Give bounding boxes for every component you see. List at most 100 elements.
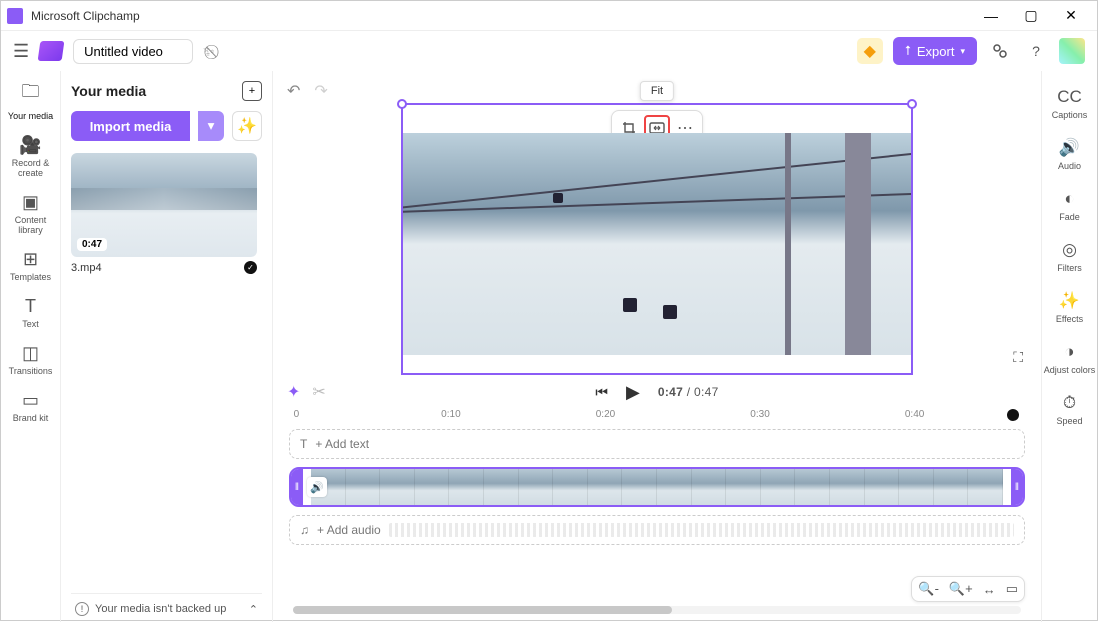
avatar[interactable] — [1059, 38, 1085, 64]
clip-frames — [311, 469, 1003, 505]
app-icon — [7, 8, 23, 24]
rr-speed[interactable]: ⏱ Speed — [1056, 393, 1082, 426]
tick-label: 0:30 — [750, 409, 769, 420]
video-preview — [403, 133, 911, 355]
scrollbar-thumb[interactable] — [293, 606, 672, 614]
playback-bar: ✦ ✂ ⏮ ▶ 0:47 / 0:47 — [283, 375, 1031, 409]
editor-center: ↶ ↷ Fit ⋯ — [273, 71, 1041, 622]
templates-icon: ⊞ — [23, 249, 38, 270]
rr-label: Adjust colors — [1044, 365, 1096, 375]
clip-thumbnail: 0:47 — [71, 153, 257, 257]
zoom-controls: 🔍- 🔍+ ↔ ▭ — [911, 576, 1025, 602]
time-ruler[interactable]: 0 0:10 0:20 0:30 0:40 — [289, 409, 1025, 429]
import-media-button[interactable]: Import media — [71, 111, 190, 141]
export-button[interactable]: ⭡ Export ▾ — [893, 37, 977, 65]
horizontal-scrollbar[interactable] — [293, 606, 1021, 614]
close-button[interactable]: ✕ — [1051, 2, 1091, 30]
rail-label: Record & create — [6, 158, 56, 178]
premium-icon[interactable]: ◆ — [857, 38, 883, 64]
preview-frame[interactable]: Fit ⋯ — [401, 103, 913, 375]
ai-magic-button[interactable]: ✨ — [232, 111, 262, 141]
rr-audio[interactable]: 🔊 Audio — [1058, 138, 1081, 171]
text-icon: T — [300, 437, 307, 451]
auto-enhance-icon[interactable]: ✨⃠ — [203, 43, 215, 60]
tooltip: Fit — [640, 81, 674, 101]
speed-icon: ⏱ — [1063, 393, 1076, 413]
resize-handle[interactable] — [397, 99, 407, 109]
clip-used-icon: ✓ — [244, 261, 257, 274]
top-toolbar: ☰ ✨⃠ ◆ ⭡ Export ▾ ? — [1, 31, 1097, 71]
help-icon[interactable]: ? — [1023, 38, 1049, 64]
video-track[interactable]: ‖ 🔊 ‖ — [289, 467, 1025, 507]
rail-text[interactable]: T Text — [6, 296, 56, 329]
effects-icon: ✨ — [1059, 291, 1080, 311]
library-icon: ▣ — [22, 192, 39, 213]
rr-label: Speed — [1056, 416, 1082, 426]
rail-templates[interactable]: ⊞ Templates — [6, 249, 56, 282]
add-audio-label: Add audio — [327, 523, 381, 537]
clip-name: 3.mp4 — [71, 262, 102, 274]
text-track[interactable]: T + Add text — [289, 429, 1025, 459]
clip-trim-right[interactable]: ‖ — [1011, 469, 1023, 505]
clip-volume-icon[interactable]: 🔊 — [307, 477, 327, 497]
audio-track[interactable]: ♫ + Add audio — [289, 515, 1025, 545]
rr-fade[interactable]: ◐ Fade — [1059, 189, 1080, 222]
clip-trim-left[interactable]: ‖ — [291, 469, 303, 505]
filters-icon: ◎ — [1062, 240, 1077, 260]
titlebar: Microsoft Clipchamp — ▢ ✕ — [1, 1, 1097, 31]
upload-icon: ⭡ — [905, 43, 911, 59]
backup-message: Your media isn't backed up — [95, 603, 226, 615]
skip-start-button[interactable]: ⏮ — [595, 384, 608, 401]
info-icon: ! — [75, 602, 89, 616]
rail-label: Brand kit — [13, 413, 49, 423]
play-button[interactable]: ▶ — [626, 382, 640, 403]
fullscreen-button[interactable]: ⛶ — [1013, 349, 1023, 366]
resize-handle[interactable] — [907, 99, 917, 109]
rr-adjust-colors[interactable]: ◑ Adjust colors — [1044, 342, 1096, 375]
rr-label: Fade — [1059, 212, 1080, 222]
maximize-button[interactable]: ▢ — [1011, 2, 1051, 30]
audio-waveform — [389, 523, 1014, 537]
rail-your-media[interactable]: 🗀 Your media — [6, 79, 56, 121]
playhead[interactable] — [1007, 409, 1019, 421]
redo-button[interactable]: ↷ — [314, 81, 327, 101]
clapper-icon — [38, 41, 65, 61]
playhead-knob[interactable] — [1007, 409, 1019, 421]
rr-label: Filters — [1057, 263, 1082, 273]
menu-icon[interactable]: ☰ — [13, 41, 29, 62]
rr-filters[interactable]: ◎ Filters — [1057, 240, 1082, 273]
add-text-label: Add text — [325, 437, 369, 451]
undo-button[interactable]: ↶ — [287, 81, 300, 101]
app-title: Microsoft Clipchamp — [31, 9, 971, 23]
video-title-input[interactable] — [73, 39, 193, 64]
transitions-icon: ◫ — [22, 343, 39, 364]
zoom-out-button[interactable]: 🔍- — [918, 581, 939, 597]
add-media-icon[interactable]: + — [242, 81, 262, 101]
media-icon: 🗀 — [22, 79, 40, 109]
media-clip[interactable]: 0:47 3.mp4 ✓ — [71, 153, 257, 274]
import-dropdown-button[interactable]: ▾ — [198, 111, 224, 141]
audio-icon: 🔊 — [1059, 138, 1080, 158]
preview-area: Fit ⋯ ⛶ — [283, 103, 1031, 375]
backup-status-bar[interactable]: ! Your media isn't backed up ⌃ — [71, 593, 262, 616]
rail-brand-kit[interactable]: ▭ Brand kit — [6, 390, 56, 423]
fit-content-button[interactable]: ▭ — [1006, 581, 1018, 597]
fit-timeline-button[interactable]: ↔ — [983, 582, 996, 597]
scissors-icon[interactable]: ✂ — [312, 382, 325, 402]
tick-label: 0:20 — [596, 409, 615, 420]
rail-transitions[interactable]: ◫ Transitions — [6, 343, 56, 376]
text-icon: T — [25, 296, 36, 317]
adjust-icon: ◑ — [1064, 342, 1074, 362]
minimize-button[interactable]: — — [971, 2, 1011, 30]
ai-sparkle-icon[interactable]: ✦ — [287, 382, 300, 402]
export-label: Export — [917, 44, 955, 59]
rr-captions[interactable]: CC Captions — [1052, 87, 1088, 120]
rail-content-library[interactable]: ▣ Content library — [6, 192, 56, 235]
settings-icon[interactable] — [987, 38, 1013, 64]
media-panel: Your media + Import media ▾ ✨ 0:47 3.mp4… — [61, 71, 273, 622]
brand-icon: ▭ — [22, 390, 39, 411]
rr-effects[interactable]: ✨ Effects — [1056, 291, 1083, 324]
zoom-in-button[interactable]: 🔍+ — [949, 581, 973, 597]
chevron-down-icon: ▾ — [960, 46, 965, 57]
rail-record-create[interactable]: 🎥 Record & create — [6, 135, 56, 178]
